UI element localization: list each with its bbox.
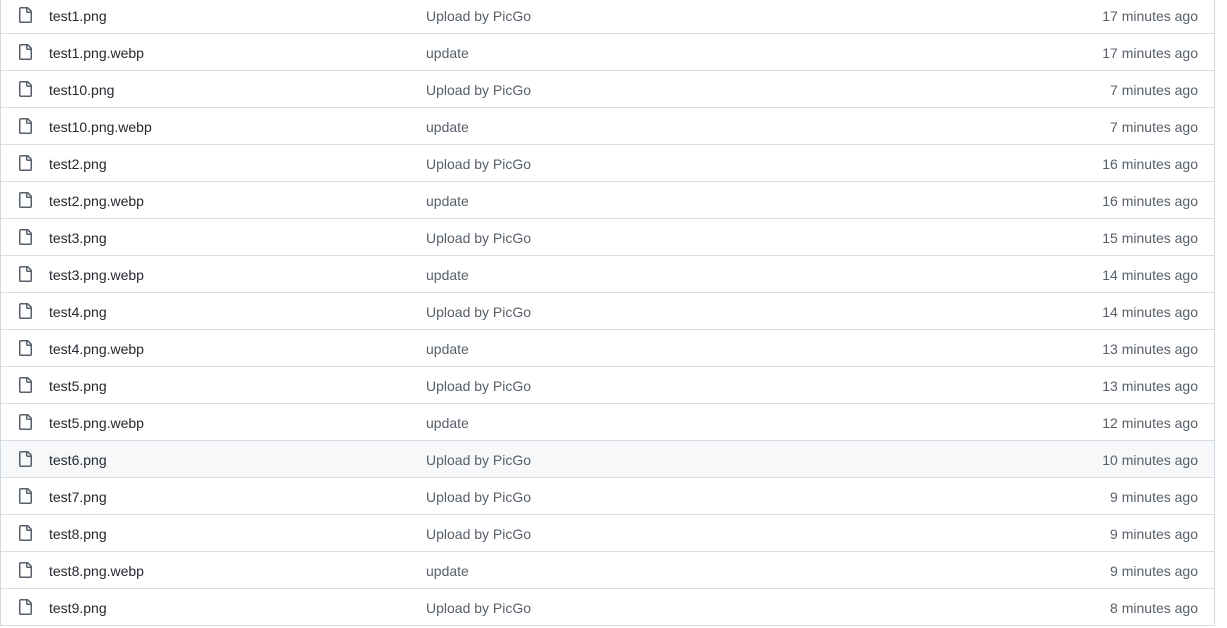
file-icon: [19, 599, 32, 615]
file-icon: [19, 44, 32, 60]
commit-message-link[interactable]: Upload by PicGo: [426, 488, 531, 506]
file-name-link[interactable]: test8.png.webp: [49, 562, 144, 580]
commit-message-link[interactable]: Upload by PicGo: [426, 7, 531, 25]
file-icon: [19, 7, 32, 23]
file-name-link[interactable]: test3.png: [49, 229, 107, 247]
file-name-link[interactable]: test1.png: [49, 7, 107, 25]
file-name-link[interactable]: test2.png.webp: [49, 192, 144, 210]
commit-message-link[interactable]: update: [426, 562, 469, 580]
file-name-link[interactable]: test10.png.webp: [49, 118, 152, 136]
file-name-link[interactable]: test10.png: [49, 81, 114, 99]
file-icon: [19, 266, 32, 282]
commit-age: 9 minutes ago: [1110, 489, 1198, 505]
commit-message-link[interactable]: Upload by PicGo: [426, 525, 531, 543]
file-row[interactable]: test4.png Upload by PicGo 14 minutes ago: [1, 293, 1214, 330]
commit-message-link[interactable]: Upload by PicGo: [426, 303, 531, 321]
commit-age: 14 minutes ago: [1102, 267, 1198, 283]
commit-message-link[interactable]: Upload by PicGo: [426, 155, 531, 173]
file-row[interactable]: test6.png Upload by PicGo 10 minutes ago: [1, 441, 1214, 478]
commit-age: 16 minutes ago: [1102, 156, 1198, 172]
commit-message-link[interactable]: Upload by PicGo: [426, 451, 531, 469]
commit-age: 15 minutes ago: [1102, 230, 1198, 246]
commit-age: 14 minutes ago: [1102, 304, 1198, 320]
commit-message-link[interactable]: Upload by PicGo: [426, 377, 531, 395]
commit-age: 10 minutes ago: [1102, 452, 1198, 468]
file-row[interactable]: test8.png Upload by PicGo 9 minutes ago: [1, 515, 1214, 552]
file-name-link[interactable]: test9.png: [49, 599, 107, 617]
file-name-link[interactable]: test5.png.webp: [49, 414, 144, 432]
file-row[interactable]: test1.png Upload by PicGo 17 minutes ago: [1, 0, 1214, 34]
file-row[interactable]: test3.png.webp update 14 minutes ago: [1, 256, 1214, 293]
file-icon: [19, 340, 32, 356]
file-name-link[interactable]: test7.png: [49, 488, 107, 506]
file-row[interactable]: test4.png.webp update 13 minutes ago: [1, 330, 1214, 367]
commit-age: 7 minutes ago: [1110, 119, 1198, 135]
file-name-link[interactable]: test1.png.webp: [49, 44, 144, 62]
commit-age: 17 minutes ago: [1102, 8, 1198, 24]
file-name-link[interactable]: test5.png: [49, 377, 107, 395]
file-name-link[interactable]: test3.png.webp: [49, 266, 144, 284]
commit-age: 13 minutes ago: [1102, 378, 1198, 394]
file-name-link[interactable]: test4.png: [49, 303, 107, 321]
commit-age: 13 minutes ago: [1102, 341, 1198, 357]
commit-message-link[interactable]: update: [426, 118, 469, 136]
file-name-link[interactable]: test6.png: [49, 451, 107, 469]
file-icon: [19, 229, 32, 245]
file-row[interactable]: test8.png.webp update 9 minutes ago: [1, 552, 1214, 589]
file-icon: [19, 525, 32, 541]
commit-message-link[interactable]: update: [426, 192, 469, 210]
file-row[interactable]: test10.png.webp update 7 minutes ago: [1, 108, 1214, 145]
commit-age: 16 minutes ago: [1102, 193, 1198, 209]
commit-age: 12 minutes ago: [1102, 415, 1198, 431]
commit-message-link[interactable]: update: [426, 414, 469, 432]
commit-message-link[interactable]: Upload by PicGo: [426, 81, 531, 99]
file-icon: [19, 414, 32, 430]
commit-age: 17 minutes ago: [1102, 45, 1198, 61]
file-name-link[interactable]: test8.png: [49, 525, 107, 543]
commit-message-link[interactable]: update: [426, 44, 469, 62]
file-row[interactable]: test5.png.webp update 12 minutes ago: [1, 404, 1214, 441]
file-icon: [19, 488, 32, 504]
commit-age: 7 minutes ago: [1110, 82, 1198, 98]
commit-age: 8 minutes ago: [1110, 600, 1198, 616]
file-row[interactable]: test7.png Upload by PicGo 9 minutes ago: [1, 478, 1214, 515]
file-row[interactable]: test5.png Upload by PicGo 13 minutes ago: [1, 367, 1214, 404]
commit-message-link[interactable]: update: [426, 340, 469, 358]
file-icon: [19, 192, 32, 208]
commit-message-link[interactable]: Upload by PicGo: [426, 599, 531, 617]
file-icon: [19, 303, 32, 319]
commit-message-link[interactable]: update: [426, 266, 469, 284]
file-icon: [19, 377, 32, 393]
file-list: test1.png Upload by PicGo 17 minutes ago…: [0, 0, 1215, 626]
file-name-link[interactable]: test2.png: [49, 155, 107, 173]
file-icon: [19, 118, 32, 134]
commit-message-link[interactable]: Upload by PicGo: [426, 229, 531, 247]
file-row[interactable]: test2.png Upload by PicGo 16 minutes ago: [1, 145, 1214, 182]
commit-age: 9 minutes ago: [1110, 563, 1198, 579]
file-icon: [19, 155, 32, 171]
commit-age: 9 minutes ago: [1110, 526, 1198, 542]
file-icon: [19, 81, 32, 97]
file-icon: [19, 562, 32, 578]
file-name-link[interactable]: test4.png.webp: [49, 340, 144, 358]
file-row[interactable]: test9.png Upload by PicGo 8 minutes ago: [1, 589, 1214, 626]
file-icon: [19, 451, 32, 467]
file-row[interactable]: test2.png.webp update 16 minutes ago: [1, 182, 1214, 219]
file-row[interactable]: test3.png Upload by PicGo 15 minutes ago: [1, 219, 1214, 256]
file-row[interactable]: test1.png.webp update 17 minutes ago: [1, 34, 1214, 71]
file-row[interactable]: test10.png Upload by PicGo 7 minutes ago: [1, 71, 1214, 108]
